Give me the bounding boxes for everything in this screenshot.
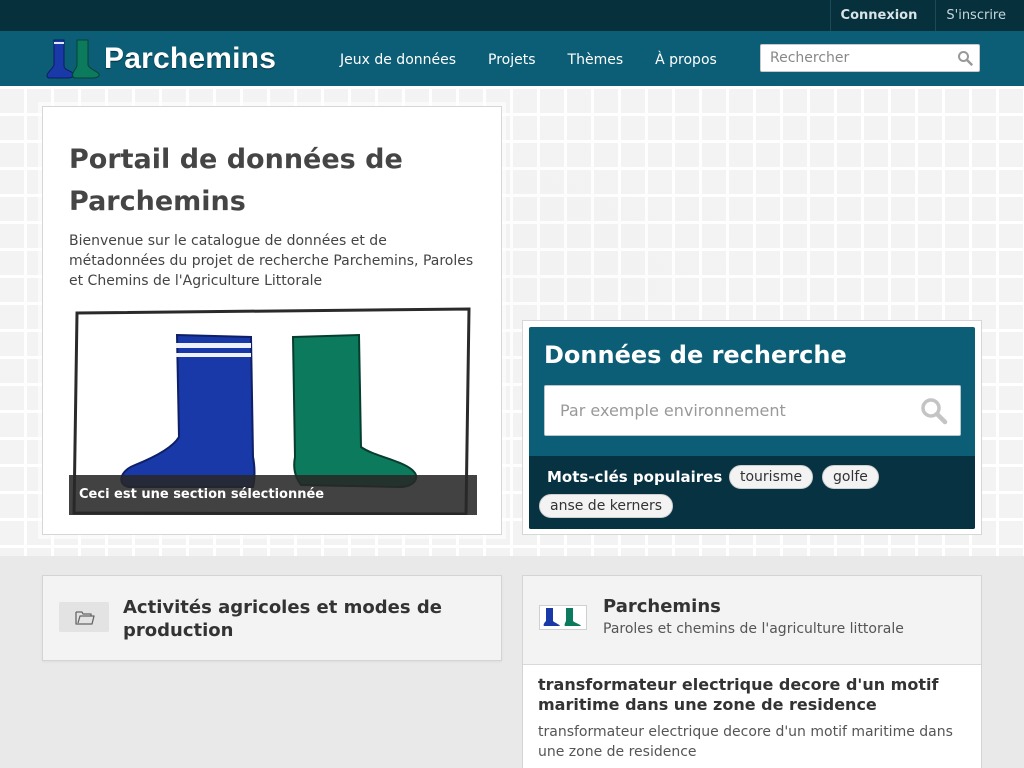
dataset-description: transformateur electrique decore d'un mo… (538, 724, 953, 760)
account-bar: Connexion S'inscrire (0, 0, 1024, 31)
boots-logo-icon (46, 39, 100, 79)
header-search (760, 44, 980, 72)
organization-card: Parchemins Paroles et chemins de l'agric… (522, 575, 982, 768)
search-icon[interactable] (920, 397, 948, 425)
masthead: Parchemins Jeux de données Projets Thème… (0, 31, 1024, 86)
research-title: Données de recherche (544, 341, 847, 369)
group-title[interactable]: Activités agricoles et modes de producti… (123, 596, 483, 642)
organization-header: Parchemins Paroles et chemins de l'agric… (523, 576, 981, 665)
folder-icon (59, 602, 109, 632)
welcome-text: Bienvenue sur le catalogue de données et… (69, 233, 474, 289)
login-link[interactable]: Connexion (829, 0, 936, 31)
dataset-search-input[interactable] (545, 386, 905, 435)
nav-item-about[interactable]: À propos (639, 31, 733, 86)
page-title: Portail de données de Parchemins (69, 144, 403, 217)
research-box: Données de recherche Mots-clés populaire… (529, 327, 975, 529)
popular-tags-title: Mots-clés populaires (547, 468, 723, 486)
account-links: Connexion S'inscrire (829, 0, 1024, 31)
welcome-panel: Portail de données de Parchemins Bienven… (42, 106, 502, 535)
group-card[interactable]: Activités agricoles et modes de producti… (42, 575, 502, 661)
dataset-title[interactable]: transformateur electrique decore d'un mo… (538, 675, 958, 715)
tag-anse-de-kerners[interactable]: anse de kerners (539, 494, 674, 518)
site-name: Parchemins (104, 42, 277, 75)
nav-item-themes[interactable]: Thèmes (552, 31, 640, 86)
dataset-search (544, 385, 961, 436)
register-link[interactable]: S'inscrire (935, 0, 1024, 31)
tag-golfe[interactable]: golfe (822, 465, 879, 489)
nav-item-projects[interactable]: Projets (472, 31, 552, 86)
nav-item-datasets[interactable]: Jeux de données (324, 31, 472, 86)
organization-name[interactable]: Parchemins (603, 596, 721, 617)
organization-description: Paroles et chemins de l'agriculture litt… (603, 621, 904, 637)
featured-section[interactable]: Ceci est une section sélectionnée (69, 307, 477, 515)
header-search-input[interactable] (761, 45, 951, 71)
site-logo[interactable]: Parchemins (44, 38, 276, 80)
boots-logo-icon (540, 606, 586, 629)
research-panel: Données de recherche Mots-clés populaire… (522, 320, 982, 535)
search-icon[interactable] (957, 50, 973, 66)
organization-logo[interactable] (539, 605, 587, 630)
popular-tags: Mots-clés populaires tourisme golfe anse… (529, 456, 975, 529)
tag-tourisme[interactable]: tourisme (729, 465, 814, 489)
main-nav: Jeux de données Projets Thèmes À propos (324, 31, 733, 86)
featured-caption: Ceci est une section sélectionnée (69, 475, 477, 515)
